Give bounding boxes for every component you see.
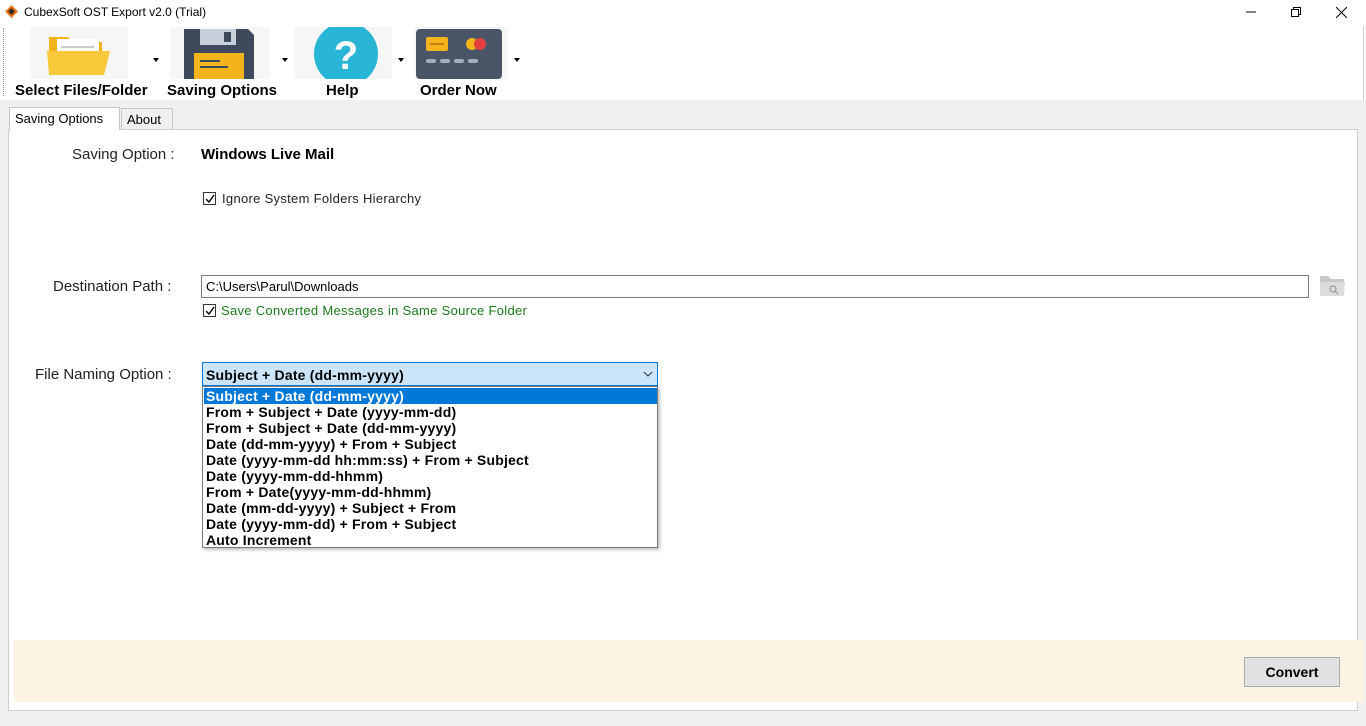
order-now-button[interactable] — [414, 27, 508, 79]
toolbar: Select Files/Folder Saving Options ? Hel… — [0, 22, 1366, 100]
saving-option-value: Windows Live Mail — [201, 146, 335, 163]
ignore-hierarchy-checkbox[interactable] — [203, 192, 216, 205]
dropdown-option[interactable]: From + Subject + Date (yyyy-mm-dd) — [204, 404, 657, 420]
saving-options-dropdown-arrow[interactable] — [282, 58, 288, 62]
dropdown-option[interactable]: Auto Increment — [204, 532, 657, 548]
floppy-disk-icon — [184, 29, 254, 79]
folder-icon — [47, 37, 110, 75]
browse-folder-icon — [1320, 276, 1345, 296]
help-button[interactable]: ? — [294, 22, 392, 86]
file-naming-label: File Naming Option : — [35, 366, 172, 383]
dropdown-option[interactable]: Date (yyyy-mm-dd-hhmm) — [204, 468, 657, 484]
dropdown-option[interactable]: Date (yyyy-mm-dd hh:mm:ss) + From + Subj… — [204, 452, 657, 468]
select-files-dropdown-arrow[interactable] — [153, 58, 159, 62]
checkmark-icon — [205, 194, 215, 203]
help-icon: ? — [314, 22, 378, 86]
order-now-label[interactable]: Order Now — [420, 82, 497, 99]
order-now-dropdown-arrow[interactable] — [514, 58, 520, 62]
title-bar: CubexSoft OST Export v2.0 (Trial) — [0, 0, 1366, 24]
select-files-label[interactable]: Select Files/Folder — [15, 82, 148, 99]
ignore-hierarchy-label[interactable]: Ignore System Folders Hierarchy — [222, 191, 421, 206]
window-title: CubexSoft OST Export v2.0 (Trial) — [24, 5, 207, 19]
destination-path-label: Destination Path : — [53, 278, 172, 295]
footer-bar — [14, 640, 1364, 702]
checkmark-icon — [205, 306, 215, 315]
help-label[interactable]: Help — [326, 82, 359, 99]
dropdown-option[interactable]: From + Date(yyyy-mm-dd-hhmm) — [204, 484, 657, 500]
svg-text:?: ? — [334, 34, 358, 78]
saving-options-button[interactable] — [170, 27, 270, 79]
toolbar-edge — [1363, 26, 1364, 102]
credit-card-icon — [416, 29, 502, 79]
browse-folder-button[interactable] — [1318, 272, 1346, 298]
saving-options-label[interactable]: Saving Options — [167, 82, 277, 99]
file-naming-select[interactable]: Subject + Date (dd-mm-yyyy) — [202, 362, 658, 386]
select-files-button[interactable] — [30, 27, 128, 79]
tab-saving-options[interactable]: Saving Options — [9, 107, 120, 130]
saving-option-label: Saving Option : — [72, 146, 175, 163]
dropdown-option[interactable]: Date (dd-mm-yyyy) + From + Subject — [204, 436, 657, 452]
toolbar-grip — [3, 28, 5, 96]
maximize-button[interactable] — [1273, 0, 1319, 24]
close-icon — [1335, 6, 1347, 18]
minimize-icon — [1246, 11, 1256, 13]
destination-path-input[interactable] — [201, 275, 1309, 298]
restore-icon — [1291, 7, 1301, 17]
help-dropdown-arrow[interactable] — [398, 58, 404, 62]
dropdown-option[interactable]: Date (yyyy-mm-dd) + From + Subject — [204, 516, 657, 532]
dropdown-option[interactable]: Date (mm-dd-yyyy) + Subject + From — [204, 500, 657, 516]
chevron-down-icon — [643, 371, 653, 377]
file-naming-dropdown-list: Subject + Date (dd-mm-yyyy) From + Subje… — [202, 386, 658, 548]
close-button[interactable] — [1318, 0, 1364, 24]
same-source-folder-label[interactable]: Save Converted Messages in Same Source F… — [221, 303, 527, 318]
minimize-button[interactable] — [1228, 0, 1274, 24]
tab-about[interactable]: About — [121, 108, 173, 130]
app-logo-icon — [5, 5, 18, 18]
dropdown-option[interactable]: Subject + Date (dd-mm-yyyy) — [204, 388, 657, 404]
convert-button[interactable]: Convert — [1244, 657, 1340, 687]
same-source-folder-checkbox[interactable] — [203, 304, 216, 317]
file-naming-selected-value: Subject + Date (dd-mm-yyyy) — [206, 367, 404, 383]
dropdown-option[interactable]: From + Subject + Date (dd-mm-yyyy) — [204, 420, 657, 436]
